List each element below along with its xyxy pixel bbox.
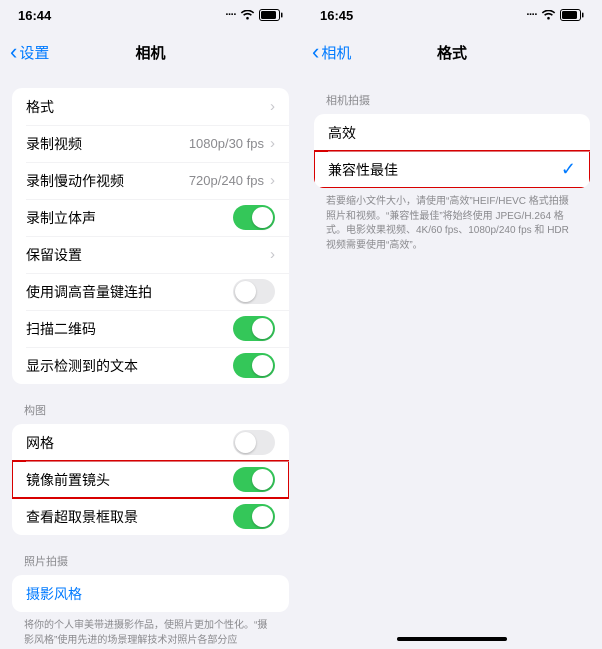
photo-styles-footer: 将你的个人审美带进摄影作品，使照片更加个性化。“摄影风格”使用先进的场景理解技术… [0,612,301,648]
row-most-compatible[interactable]: 兼容性最佳 [314,151,590,188]
row-preserve[interactable]: 保留设置 [12,236,289,273]
home-indicator[interactable] [397,637,507,641]
row-grid[interactable]: 网格 [12,424,289,461]
group-camera-main: 格式 录制视频 1080p/30 fps 录制慢动作视频 720p/240 fp… [12,88,289,384]
camera-settings-pane: 16:44 ···· ‹ 设置 相机 格式 录制视频 1080p/30 fps [0,0,301,649]
battery-icon [560,9,584,21]
switch-scan-qr[interactable] [233,316,275,341]
status-time: 16:44 [18,8,51,23]
group-format-options: 高效 兼容性最佳 [314,114,590,188]
back-label: 相机 [321,42,351,63]
row-scan-qr[interactable]: 扫描二维码 [12,310,289,347]
row-format[interactable]: 格式 [12,88,289,125]
status-icons: ···· [526,9,584,21]
row-record-slomo[interactable]: 录制慢动作视频 720p/240 fps [12,162,289,199]
section-composition: 构图 [0,384,301,424]
chevron-right-icon [270,98,275,115]
chevron-right-icon [270,172,275,189]
row-mirror-front[interactable]: 镜像前置镜头 [12,461,289,498]
nav-bar: ‹ 相机 格式 [302,30,602,74]
switch-stereo[interactable] [233,205,275,230]
section-photo: 照片拍摄 [0,535,301,575]
back-button[interactable]: ‹ 设置 [10,41,49,63]
cellular-icon: ···· [225,9,236,21]
row-record-video[interactable]: 录制视频 1080p/30 fps [12,125,289,162]
section-camera-capture: 相机拍摄 [302,74,602,114]
switch-mirror-front[interactable] [233,467,275,492]
row-volume-burst[interactable]: 使用调高音量键连拍 [12,273,289,310]
row-photo-styles[interactable]: 摄影风格 [12,575,289,612]
status-time: 16:45 [320,8,353,23]
status-bar: 16:45 ···· [302,0,602,30]
record-slomo-value: 720p/240 fps [189,173,264,188]
chevron-right-icon [270,246,275,263]
record-video-value: 1080p/30 fps [189,136,264,151]
chevron-left-icon: ‹ [312,41,319,63]
battery-icon [259,9,283,21]
row-high-efficiency[interactable]: 高效 [314,114,590,151]
status-icons: ···· [225,9,283,21]
switch-grid[interactable] [233,430,275,455]
status-bar: 16:44 ···· [0,0,301,30]
switch-view-outside[interactable] [233,504,275,529]
back-label: 设置 [19,42,49,63]
row-stereo[interactable]: 录制立体声 [12,199,289,236]
row-view-outside[interactable]: 查看超取景框取景 [12,498,289,535]
wifi-icon [541,10,556,21]
switch-volume-burst[interactable] [233,279,275,304]
cellular-icon: ···· [526,9,537,21]
format-footer: 若要缩小文件大小，请使用“高效”HEIF/HEVC 格式拍摄照片和视频。“兼容性… [302,188,602,253]
format-settings-pane: 16:45 ···· ‹ 相机 格式 相机拍摄 高效 兼容性最佳 若要缩小文件大… [301,0,602,649]
switch-detect-text[interactable] [233,353,275,378]
group-composition: 网格 镜像前置镜头 查看超取景框取景 [12,424,289,535]
back-button[interactable]: ‹ 相机 [312,41,351,63]
chevron-left-icon: ‹ [10,41,17,63]
group-photo: 摄影风格 [12,575,289,612]
wifi-icon [240,10,255,21]
chevron-right-icon [270,135,275,152]
nav-bar: ‹ 设置 相机 [0,30,301,74]
row-detect-text[interactable]: 显示检测到的文本 [12,347,289,384]
checkmark-icon [561,159,576,180]
